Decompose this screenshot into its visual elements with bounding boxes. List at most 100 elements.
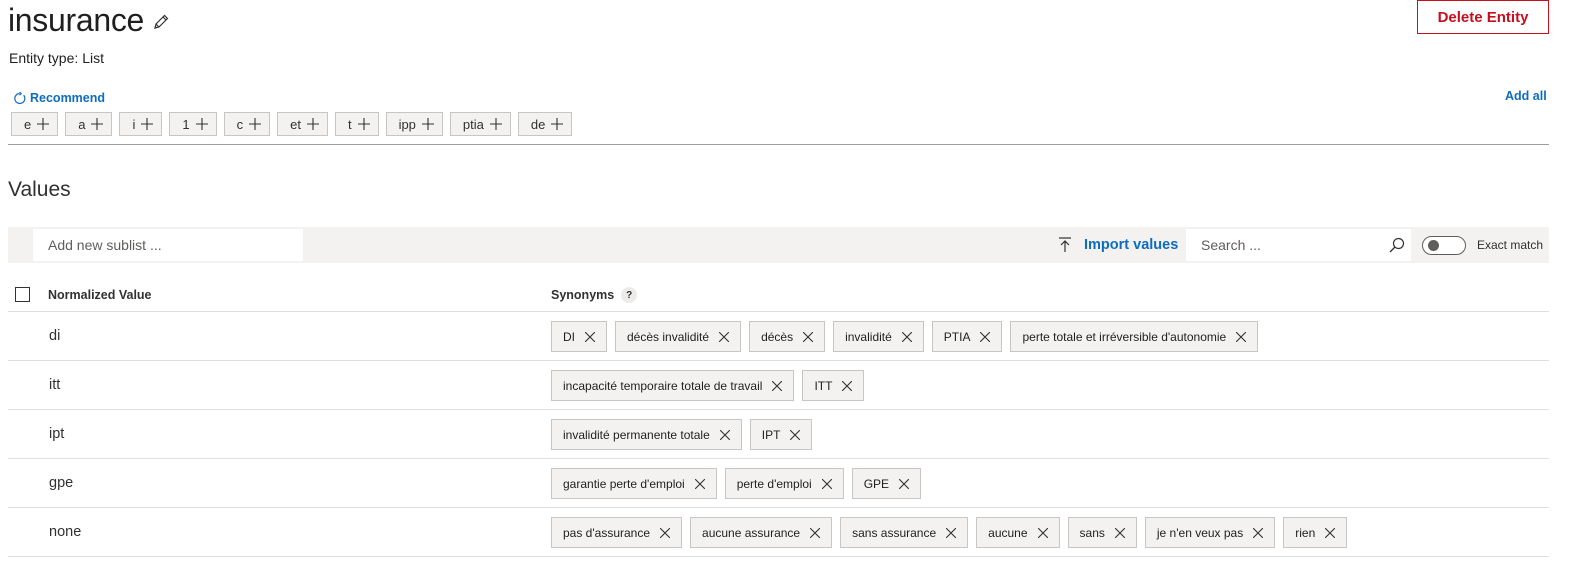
chip-label: e [24,116,32,132]
synonym-tag: PTIA [931,321,1003,352]
chip-label: de [530,116,546,132]
search-box [1186,229,1411,261]
plus-icon[interactable] [421,118,434,130]
synonym-tag: décès invalidité [615,321,742,352]
select-all-checkbox[interactable] [15,287,30,302]
close-icon[interactable] [790,429,801,440]
table-body: di DI décès invalidité décès invalidité PTIA p… [8,312,1549,557]
add-sublist-input[interactable] [33,229,303,261]
close-icon[interactable] [901,331,912,342]
close-icon[interactable] [899,478,910,489]
synonym-list: invalidité permanente totale IPT [551,419,820,450]
table-row[interactable]: itt incapacité temporaire totale de trava… [8,361,1549,410]
synonym-list: incapacité temporaire totale de travail I… [551,370,872,401]
close-icon[interactable] [810,527,821,538]
plus-icon[interactable] [195,118,208,130]
close-icon[interactable] [719,331,730,342]
synonym-tag: sans assurance [840,517,969,548]
synonym-label: perte d'emploi [736,476,812,491]
title-row: insurance [8,0,170,40]
help-icon[interactable]: ? [621,287,638,303]
table-row[interactable]: di DI décès invalidité décès invalidité PTIA p… [8,312,1549,361]
plus-icon[interactable] [37,118,50,130]
recommendation-chip[interactable]: et [277,112,328,136]
synonym-label: garantie perte d'emploi [563,476,685,491]
synonym-label: GPE [863,476,890,491]
synonym-tag: perte d'emploi [724,468,844,499]
recommend-button[interactable]: Recommend [13,91,105,105]
close-icon[interactable] [1253,527,1264,538]
synonym-label: décès invalidité [627,329,710,344]
add-all-link[interactable]: Add all [1505,89,1547,103]
recommendation-chip[interactable]: 1 [169,112,217,136]
plus-icon[interactable] [91,118,104,130]
values-heading: Values [8,178,71,201]
recommendation-chip[interactable]: e [11,112,59,136]
normalized-value[interactable]: gpe [49,475,73,491]
close-icon[interactable] [719,429,730,440]
search-input[interactable] [1186,230,1376,260]
column-synonyms-label: Synonyms [551,288,615,302]
plus-icon[interactable] [551,118,564,130]
normalized-value[interactable]: di [49,328,60,344]
synonym-label: aucune [988,525,1028,540]
plus-icon[interactable] [141,118,154,130]
plus-icon[interactable] [357,118,370,130]
pencil-icon[interactable] [152,13,170,31]
close-icon[interactable] [946,527,957,538]
table-row[interactable]: none pas d'assurance aucune assurance sans … [8,508,1549,557]
normalized-value[interactable]: none [49,524,81,540]
synonym-label: PTIA [943,329,971,344]
table-row[interactable]: gpe garantie perte d'emploi perte d'emploi… [8,459,1549,508]
close-icon[interactable] [585,331,595,342]
synonym-tag: DI [551,321,607,352]
synonym-label: je n'en veux pas [1156,525,1244,540]
close-icon[interactable] [842,380,853,391]
plus-icon[interactable] [489,118,502,130]
synonym-label: DI [563,329,575,344]
close-icon[interactable] [660,527,671,538]
close-icon[interactable] [694,478,705,489]
close-icon[interactable] [1325,527,1336,538]
synonym-label: sans [1079,525,1105,540]
synonym-tag: rien [1283,517,1348,548]
synonym-label: décès [761,329,794,344]
recommendation-chip[interactable]: ptia [449,112,511,136]
recommendation-chip[interactable]: a [65,112,113,136]
exact-match-toggle[interactable] [1422,236,1466,255]
synonym-tag: je n'en veux pas [1144,517,1276,548]
chip-label: ipp [398,116,416,132]
recommendation-chip[interactable]: t [334,112,379,136]
column-normalized-value: Normalized Value [48,288,152,302]
close-icon[interactable] [803,331,814,342]
close-icon[interactable] [1037,527,1048,538]
delete-entity-button[interactable]: Delete Entity [1417,0,1549,34]
close-icon[interactable] [1236,331,1247,342]
close-icon[interactable] [1114,527,1125,538]
recommendation-chip[interactable]: ipp [385,112,443,136]
recommendation-chip[interactable]: i [119,112,163,136]
close-icon[interactable] [821,478,832,489]
import-values-label: Import values [1084,237,1179,253]
chip-label: 1 [182,116,190,132]
recommendation-chip[interactable]: de [517,112,573,136]
entity-type-label: Entity type: [9,50,79,66]
normalized-value[interactable]: itt [49,377,60,393]
plus-icon[interactable] [306,118,319,130]
normalized-value[interactable]: ipt [49,426,64,442]
table-header: Normalized Value Synonyms ? [8,277,1549,312]
close-icon[interactable] [772,380,783,391]
synonym-tag: garantie perte d'emploi [551,468,717,499]
recommendation-chip[interactable]: c [223,112,271,136]
search-icon[interactable] [1389,237,1405,253]
synonym-tag: pas d'assurance [551,517,683,548]
close-icon[interactable] [980,331,991,342]
synonym-tag: sans [1067,517,1137,548]
import-values-button[interactable]: Import values [1058,227,1178,263]
column-synonyms: Synonyms ? [551,287,638,303]
table-row[interactable]: ipt invalidité permanente totale IPT [8,410,1549,459]
values-toolbar: Import values Exact match [8,227,1549,263]
plus-icon[interactable] [249,118,262,130]
synonym-label: invalidité permanente totale [563,427,710,442]
chip-label: et [290,116,301,132]
